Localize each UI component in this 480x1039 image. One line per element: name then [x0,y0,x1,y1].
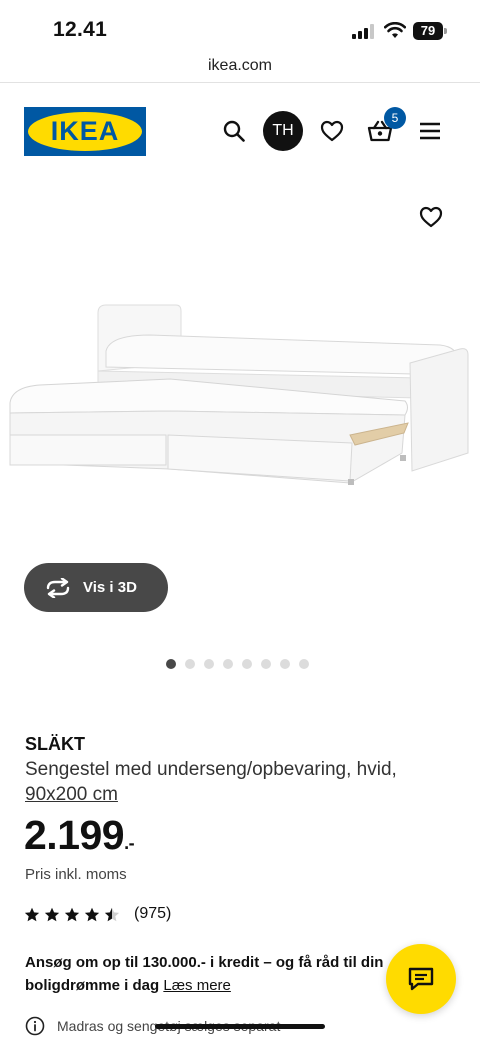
profile-avatar[interactable]: TH [263,111,303,151]
price-value: 2.199 [24,812,125,858]
carousel-dot[interactable] [223,659,233,669]
carousel-dot[interactable] [166,659,176,669]
product-image [9,304,469,485]
view-in-3d-label: Vis i 3D [83,579,137,596]
carousel-dot[interactable] [299,659,309,669]
product-name: SLÄKT [25,734,85,754]
price-suffix: .- [124,833,135,853]
cellular-signal-icon [352,24,374,39]
cart-count-badge: 5 [384,107,406,129]
home-indicator [155,1024,325,1029]
site-header: IKEA TH 5 [0,83,480,183]
status-time: 12.41 [53,18,108,41]
save-to-favorites-button[interactable] [414,200,448,234]
heart-icon [320,120,344,142]
logo-text: IKEA [50,116,120,146]
rating-count: (975) [134,905,172,922]
carousel-dot[interactable] [280,659,290,669]
status-bar: 12.41 79 [0,0,480,56]
heart-icon [419,206,443,228]
product-size-link[interactable]: 90x200 cm [25,784,118,806]
carousel-dot[interactable] [185,659,195,669]
chat-button[interactable] [386,944,456,1014]
search-icon [223,120,245,142]
chat-icon [408,967,434,991]
carousel-dot[interactable] [261,659,271,669]
star-icon [24,907,40,921]
star-icon [104,907,120,921]
info-icon [25,1016,45,1036]
menu-icon [420,122,440,140]
search-button[interactable] [216,113,252,149]
favorites-button[interactable] [314,113,350,149]
ikea-logo[interactable]: IKEA [24,107,146,156]
carousel-indicator [166,659,309,669]
wifi-icon [384,22,406,38]
carousel-dot[interactable] [204,659,214,669]
rotate-3d-icon [45,577,71,598]
product-description: Sengestel med underseng/opbevaring, hvid… [25,759,397,780]
credit-promo: Ansøg om op til 130.000.- i kredit – og … [25,951,405,997]
product-rating[interactable]: (975) [24,905,171,923]
product-price: 2.199.- [24,812,135,859]
price-note: Pris inkl. moms [25,866,127,883]
battery-icon: 79 [413,22,447,40]
star-icon [44,907,60,921]
battery-level: 79 [420,23,436,38]
read-more-link[interactable]: Læs mere [163,977,231,994]
star-icon [84,907,100,921]
view-in-3d-button[interactable]: Vis i 3D [24,563,168,612]
star-icon [64,907,80,921]
menu-button[interactable] [412,113,448,149]
rating-stars [24,907,120,922]
carousel-dot[interactable] [242,659,252,669]
product-gallery[interactable]: Vis i 3D [0,183,480,683]
url-bar[interactable]: ikea.com [0,56,480,82]
